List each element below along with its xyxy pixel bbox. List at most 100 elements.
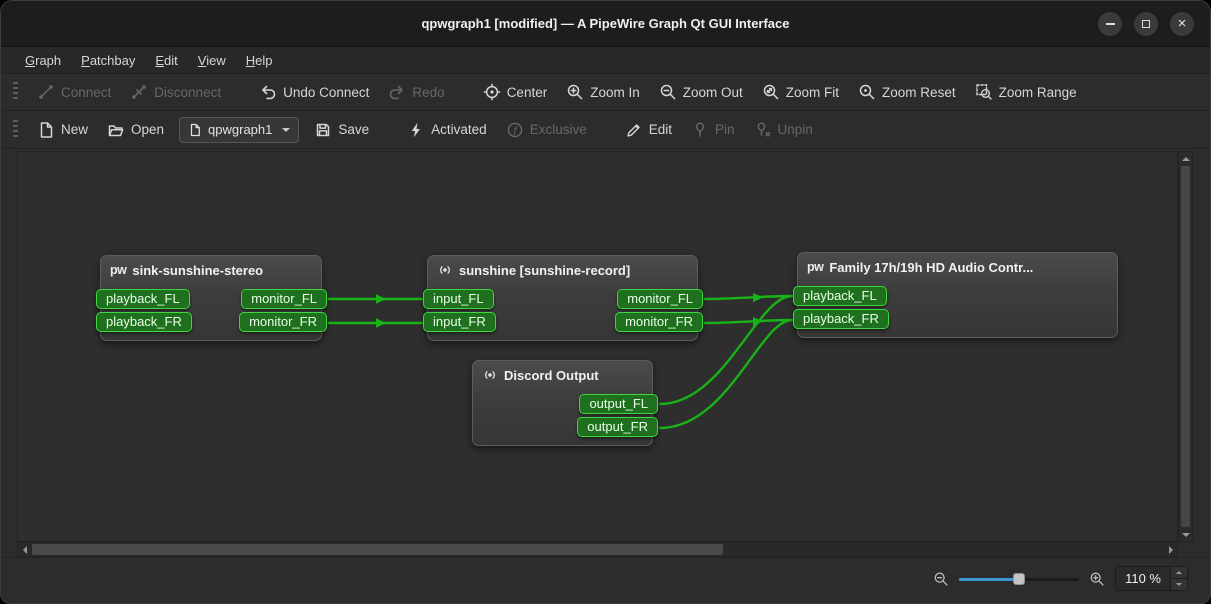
zoom-slider-handle[interactable] bbox=[1013, 573, 1025, 585]
unpin-button[interactable]: Unpin bbox=[746, 116, 821, 144]
zoom-slider[interactable] bbox=[959, 571, 1079, 587]
input-port[interactable]: playback_FL bbox=[96, 289, 190, 309]
zoom-in-button[interactable]: Zoom In bbox=[558, 78, 648, 106]
minimize-button[interactable] bbox=[1098, 12, 1122, 36]
scroll-down-button[interactable] bbox=[1179, 528, 1192, 541]
pin-label: Pin bbox=[715, 122, 735, 137]
window-controls: × bbox=[1098, 12, 1194, 36]
save-label: Save bbox=[338, 122, 369, 137]
input-port[interactable]: input_FL bbox=[423, 289, 494, 309]
open-folder-icon bbox=[107, 121, 125, 139]
minimize-icon bbox=[1106, 23, 1115, 25]
undo-connect-button[interactable]: Undo Connect bbox=[251, 78, 377, 106]
connection-wire[interactable] bbox=[705, 296, 792, 299]
new-button[interactable]: New bbox=[29, 116, 96, 144]
disconnect-button[interactable]: Disconnect bbox=[122, 78, 229, 106]
undo-icon bbox=[259, 83, 277, 101]
input-port[interactable]: playback_FR bbox=[96, 312, 192, 332]
output-port[interactable]: monitor_FL bbox=[617, 289, 703, 309]
node-sink-sunshine-stereo[interactable]: pw sink-sunshine-stereo playback_FL play… bbox=[100, 255, 322, 341]
new-file-icon bbox=[37, 121, 55, 139]
open-label: Open bbox=[131, 122, 164, 137]
scroll-up-button[interactable] bbox=[1179, 152, 1192, 165]
zoom-reset-button[interactable]: Zoom Reset bbox=[850, 78, 964, 106]
maximize-button[interactable] bbox=[1134, 12, 1158, 36]
node-header[interactable]: pw Family 17h/19h HD Audio Contr... bbox=[798, 253, 1117, 280]
input-port[interactable]: playback_FR bbox=[793, 309, 889, 329]
node-header[interactable]: Discord Output bbox=[473, 361, 652, 388]
scroll-left-button[interactable] bbox=[18, 543, 31, 556]
pipewire-icon: pw bbox=[807, 260, 823, 274]
output-port[interactable]: output_FR bbox=[577, 417, 658, 437]
menu-graph[interactable]: Graph bbox=[15, 49, 71, 72]
save-button[interactable]: Save bbox=[306, 116, 377, 144]
statusbar: 110 % bbox=[1, 557, 1210, 603]
zoom-reset-label: Zoom Reset bbox=[882, 85, 956, 100]
input-port[interactable]: playback_FL bbox=[793, 286, 887, 306]
node-header[interactable]: pw sink-sunshine-stereo bbox=[101, 256, 321, 283]
new-label: New bbox=[61, 122, 88, 137]
titlebar[interactable]: qpwgraph1 [modified] — A PipeWire Graph … bbox=[1, 1, 1210, 47]
menu-edit[interactable]: Edit bbox=[145, 49, 187, 72]
output-port[interactable]: monitor_FL bbox=[241, 289, 327, 309]
input-port[interactable]: input_FR bbox=[423, 312, 496, 332]
spin-down-button[interactable] bbox=[1171, 578, 1187, 590]
menubar: Graph Patchbay Edit View Help bbox=[1, 47, 1210, 74]
vertical-scrollbar[interactable] bbox=[1178, 151, 1193, 542]
toolbar-handle[interactable] bbox=[13, 82, 18, 102]
scroll-right-button[interactable] bbox=[1164, 543, 1177, 556]
arrow-up-icon bbox=[1176, 571, 1182, 574]
horizontal-scrollbar-track[interactable] bbox=[31, 543, 1164, 556]
arrow-up-icon bbox=[1182, 157, 1190, 161]
activated-button[interactable]: Activated bbox=[399, 116, 495, 144]
toolbar-handle[interactable] bbox=[13, 120, 18, 140]
menu-view[interactable]: View bbox=[188, 49, 236, 72]
combobox-dropdown-icon bbox=[282, 128, 290, 132]
zoom-fit-label: Zoom Fit bbox=[786, 85, 839, 100]
zoom-range-button[interactable]: Zoom Range bbox=[967, 78, 1085, 106]
window-title: qpwgraph1 [modified] — A PipeWire Graph … bbox=[421, 16, 789, 31]
node-sunshine[interactable]: sunshine [sunshine-record] input_FL inpu… bbox=[427, 255, 698, 341]
output-port[interactable]: output_FL bbox=[579, 394, 658, 414]
menu-help[interactable]: Help bbox=[236, 49, 283, 72]
center-icon bbox=[483, 83, 501, 101]
menu-patchbay[interactable]: Patchbay bbox=[71, 49, 145, 72]
save-icon bbox=[314, 121, 332, 139]
vertical-scrollbar-thumb[interactable] bbox=[1181, 166, 1190, 527]
center-button[interactable]: Center bbox=[475, 78, 556, 106]
graph-canvas[interactable]: pw sink-sunshine-stereo playback_FL play… bbox=[17, 151, 1178, 542]
zoom-out-button[interactable]: Zoom Out bbox=[651, 78, 751, 106]
zoom-spinbox[interactable]: 110 % bbox=[1115, 566, 1188, 591]
arrow-right-icon bbox=[1169, 546, 1173, 554]
arrow-down-icon bbox=[1176, 583, 1182, 586]
spin-up-button[interactable] bbox=[1171, 567, 1187, 578]
pin-button[interactable]: Pin bbox=[683, 116, 743, 144]
node-header[interactable]: sunshine [sunshine-record] bbox=[428, 256, 697, 283]
patchbay-combobox[interactable]: qpwgraph1 bbox=[179, 117, 299, 143]
activated-label: Activated bbox=[431, 122, 487, 137]
node-title: sink-sunshine-stereo bbox=[132, 263, 263, 278]
pin-icon bbox=[691, 121, 709, 139]
zoom-fit-button[interactable]: Zoom Fit bbox=[754, 78, 847, 106]
open-button[interactable]: Open bbox=[99, 116, 172, 144]
zoom-spinbox-value[interactable]: 110 % bbox=[1116, 567, 1170, 590]
redo-icon bbox=[388, 83, 406, 101]
edit-button[interactable]: Edit bbox=[617, 116, 680, 144]
unpin-icon bbox=[754, 121, 772, 139]
unpin-label: Unpin bbox=[778, 122, 813, 137]
output-port[interactable]: monitor_FR bbox=[615, 312, 703, 332]
node-family-hd-audio[interactable]: pw Family 17h/19h HD Audio Contr... play… bbox=[797, 252, 1118, 338]
exclusive-button[interactable]: ƒ Exclusive bbox=[498, 116, 595, 144]
undo-label: Undo Connect bbox=[283, 85, 369, 100]
horizontal-scrollbar[interactable] bbox=[17, 542, 1178, 557]
node-discord-output[interactable]: Discord Output output_FL output_FR bbox=[472, 360, 653, 446]
horizontal-scrollbar-thumb[interactable] bbox=[32, 544, 723, 555]
redo-button[interactable]: Redo bbox=[380, 78, 452, 106]
zoom-range-label: Zoom Range bbox=[999, 85, 1077, 100]
connection-wire[interactable] bbox=[705, 320, 792, 323]
zoom-out-icon bbox=[933, 571, 949, 587]
close-button[interactable]: × bbox=[1170, 12, 1194, 36]
zoom-in-icon bbox=[566, 83, 584, 101]
connect-button[interactable]: Connect bbox=[29, 78, 119, 106]
output-port[interactable]: monitor_FR bbox=[239, 312, 327, 332]
